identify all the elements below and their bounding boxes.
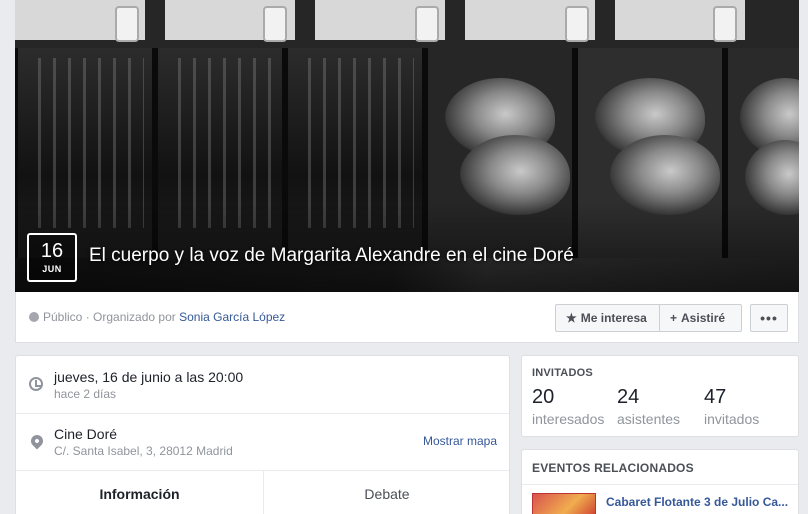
interested-stat[interactable]: 20 interesados <box>532 385 604 429</box>
interested-button[interactable]: ★ Me interesa <box>555 304 660 332</box>
related-event-thumbnail[interactable] <box>532 493 596 514</box>
event-tabs: Información Debate <box>16 471 509 514</box>
organizer-link[interactable]: Sonia García López <box>179 310 285 324</box>
globe-icon <box>29 312 39 322</box>
event-time-row: jueves, 16 de junio a las 20:00 hace 2 d… <box>16 356 509 414</box>
tab-informacion[interactable]: Información <box>16 471 263 514</box>
invited-count: 47 <box>704 386 727 408</box>
guests-card: INVITADOS 20 interesados 24 asistentes 4… <box>521 355 799 437</box>
related-events-header: EVENTOS RELACIONADOS <box>532 461 694 475</box>
attend-button-label: Asistiré <box>681 311 726 325</box>
interested-label: interesados <box>532 411 605 427</box>
related-events-card: EVENTOS RELACIONADOS Cabaret Flotante 3 … <box>521 449 799 514</box>
location-pin-icon <box>28 432 46 450</box>
related-event-subtitle <box>606 510 792 514</box>
interested-button-label: Me interesa <box>580 311 647 325</box>
event-privacy-info: Público · Organizado por Sonia García Ló… <box>29 310 285 324</box>
attending-count: 24 <box>617 386 640 408</box>
event-date-day: 16 <box>40 240 64 262</box>
more-icon: ••• <box>760 310 778 326</box>
event-location-row: Cine Doré C/. Santa Isabel, 3, 28012 Mad… <box>16 414 509 471</box>
show-map-link[interactable]: Mostrar mapa <box>423 434 497 448</box>
guests-header: INVITADOS <box>532 367 593 379</box>
related-event-title[interactable]: Cabaret Flotante 3 de Julio Ca... <box>606 495 792 509</box>
organized-by-label: · Organizado por <box>85 310 176 324</box>
event-time: jueves, 16 de junio a las 20:00 <box>54 369 244 385</box>
attend-button[interactable]: + Asistiré <box>659 304 742 332</box>
plus-icon: + <box>670 311 678 325</box>
venue-address: C/. Santa Isabel, 3, 28012 Madrid <box>54 444 233 458</box>
clock-icon <box>29 377 43 391</box>
venue-name: Cine Doré <box>54 426 118 442</box>
interested-count: 20 <box>532 386 555 408</box>
event-title: El cuerpo y la voz de Margarita Alexandr… <box>89 245 574 266</box>
invited-stat[interactable]: 47 invitados <box>704 385 759 429</box>
film-strip-top <box>15 0 799 48</box>
more-options-button[interactable]: ••• <box>750 304 788 332</box>
event-action-bar: Público · Organizado por Sonia García Ló… <box>15 292 799 343</box>
event-time-relative: hace 2 días <box>54 387 117 401</box>
attending-stat[interactable]: 24 asistentes <box>617 385 680 429</box>
privacy-label: Público <box>43 310 83 324</box>
event-date-month: JUN <box>42 264 62 274</box>
event-date-badge: 16 JUN <box>27 233 77 282</box>
invited-label: invitados <box>704 411 760 427</box>
event-details-card: jueves, 16 de junio a las 20:00 hace 2 d… <box>15 355 510 514</box>
star-icon: ★ <box>566 311 577 325</box>
attending-label: asistentes <box>617 411 681 427</box>
tab-debate[interactable]: Debate <box>263 471 510 514</box>
